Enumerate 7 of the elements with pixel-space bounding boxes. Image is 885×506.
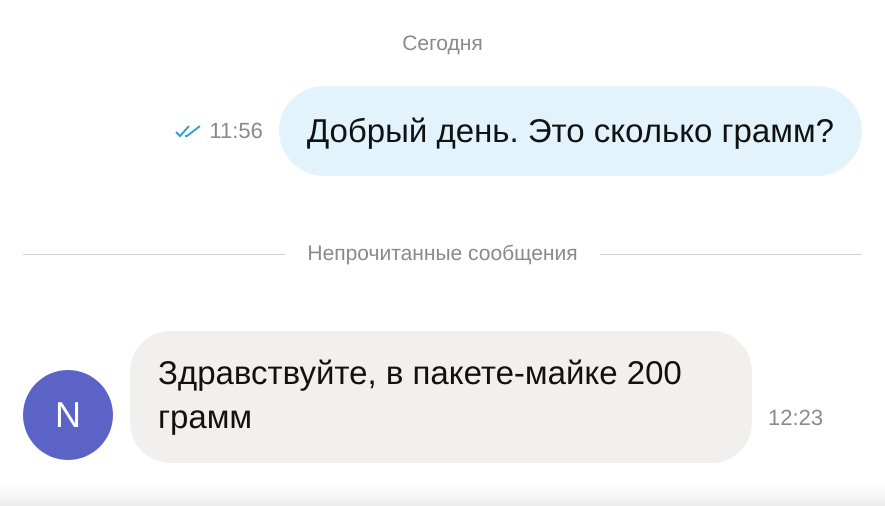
message-bubble: Здравствуйте, в пакете-майке 200 грамм — [130, 331, 752, 463]
message-time: 11:56 — [209, 118, 263, 144]
avatar: N — [23, 370, 113, 460]
date-label: Сегодня — [402, 32, 483, 56]
message-bubble: Добрый день. Это сколько грамм? — [278, 86, 862, 176]
message-time: 12:23 — [768, 405, 824, 431]
unread-divider-label: Непрочитанные сообщения — [307, 242, 578, 266]
